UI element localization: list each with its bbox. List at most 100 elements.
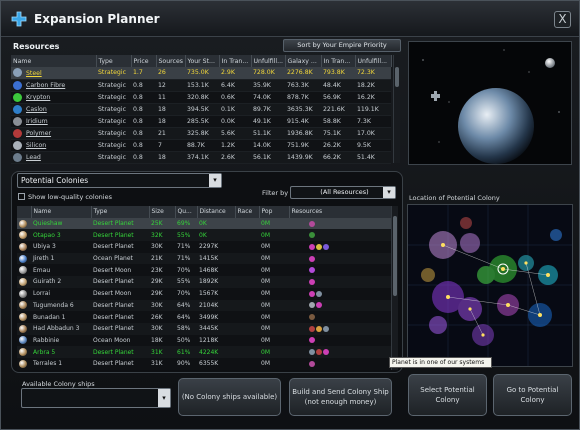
colony-row[interactable]: Terrales 1 Desert Planet 31K 90% 6355K 0M <box>17 357 393 370</box>
colony-planet-cell <box>17 357 31 370</box>
build-send-colony-ship-button[interactable]: Build and Send Colony Ship (not enough m… <box>289 378 392 416</box>
resource-sources-cell: 7 <box>156 139 185 152</box>
resource-name[interactable]: Lead <box>26 154 41 161</box>
select-potential-colony-button[interactable]: Select Potential Colony <box>408 374 487 416</box>
colony-row[interactable]: Quieshaw Desert Planet 25K 69% 0K 0M <box>17 217 393 230</box>
resource-name[interactable]: Iridium <box>26 118 48 125</box>
close-button[interactable]: X <box>554 11 571 28</box>
galaxy-map[interactable] <box>407 204 573 367</box>
colony-row[interactable]: Guirath 2 Desert Planet 29K 55% 1892K 0M <box>17 276 393 288</box>
show-low-quality-checkbox[interactable] <box>18 193 25 200</box>
colony-pop-cell: 0M <box>259 334 289 347</box>
colony-pop-cell: 0M <box>259 229 289 242</box>
resources-column-header[interactable]: Sources <box>156 55 186 67</box>
colonies-column-header[interactable]: Race <box>235 206 260 218</box>
colony-distance-cell: 1415K <box>197 252 235 265</box>
resources-column-header[interactable]: In Tran... <box>321 55 356 67</box>
colony-race-cell <box>235 252 259 265</box>
colony-list-dropdown[interactable]: Potential Colonies ▾ <box>17 173 222 188</box>
colonies-column-header[interactable]: Type <box>91 206 150 218</box>
resources-column-header[interactable]: Type <box>96 55 132 67</box>
colony-ships-dropdown[interactable]: ▾ <box>21 388 171 408</box>
no-colony-ships-button[interactable]: (No Colony ships available) <box>178 378 281 416</box>
colony-pop-cell: 0M <box>259 276 289 288</box>
resource-row[interactable]: Caslon Strategic 0.8 18 394.5K 0.1K 89.7K 3635.… <box>11 103 391 116</box>
resources-column-header[interactable]: Unfulfill... <box>355 55 392 67</box>
resource-in-transit-cell: 0.6K <box>219 91 251 104</box>
resource-row[interactable]: Iridium Strategic 0.8 18 285.5K 0.0K 49.1K 915.… <box>11 115 391 128</box>
colonies-column-header[interactable] <box>17 206 32 218</box>
colony-name-cell: Lorrai <box>31 287 91 300</box>
colony-row[interactable]: Had Abbadun 3 Desert Planet 30K 58% 3445K 0M <box>17 322 393 335</box>
colony-row[interactable]: Lorrai Desert Moon 29K 70% 1567K 0M <box>17 287 393 300</box>
resource-name[interactable]: Silicon <box>26 142 46 149</box>
resource-name[interactable]: Polymer <box>26 130 51 137</box>
colony-row[interactable]: Arbra 5 Desert Planet 31K 61% 4224K 0M <box>17 346 393 358</box>
colony-row[interactable]: Rabbinie Ocean Moon 18K 50% 1218K 0M <box>17 334 393 347</box>
colonies-column-header[interactable]: Resources <box>289 206 394 218</box>
colony-type-cell: Desert Planet <box>91 241 149 253</box>
colony-row[interactable]: Emau Desert Moon 23K 70% 1468K 0M <box>17 264 393 277</box>
colonies-column-header[interactable]: Qu... <box>175 206 198 218</box>
resources-column-header[interactable]: Unfulfill... <box>251 55 286 67</box>
planet-icon <box>19 313 27 322</box>
filter-resources-dropdown[interactable]: (All Resources) ▾ <box>290 186 396 199</box>
resource-icon <box>309 232 315 239</box>
colony-size-cell: 30K <box>149 299 175 312</box>
resource-icon <box>316 290 322 297</box>
resources-column-header[interactable]: Your St... <box>185 55 220 67</box>
chevron-down-icon: ▾ <box>383 187 395 198</box>
window-title: Expansion Planner <box>34 12 160 26</box>
colonies-scroll-thumb[interactable] <box>393 216 397 296</box>
resource-row[interactable]: Krypton Strategic 0.8 11 320.8K 0.6K 74.0K 878.… <box>11 91 391 104</box>
colony-resources-cell <box>289 276 393 288</box>
resources-scroll-thumb[interactable] <box>395 67 399 87</box>
colony-row[interactable]: Ubiya 3 Desert Planet 30K 71% 2297K 0M <box>17 241 393 253</box>
resource-galaxy-transit-cell: 793.8K <box>321 67 355 80</box>
sort-by-priority-button[interactable]: Sort by Your Empire Priority <box>283 39 401 52</box>
resource-galaxy-unfulfilled-cell: 119.1K <box>355 103 391 116</box>
resource-row[interactable]: Polymer Strategic 0.8 21 325.8K 5.6K 51.1K 1936… <box>11 127 391 140</box>
resources-column-header[interactable]: In Tran... <box>219 55 252 67</box>
colony-row[interactable]: Jireth 1 Ocean Planet 21K 71% 1415K 0M <box>17 252 393 265</box>
planet-icon <box>19 359 27 368</box>
colonies-column-header[interactable]: Size <box>149 206 176 218</box>
colony-size-cell: 18K <box>149 334 175 347</box>
colony-planet-cell <box>17 229 31 242</box>
no-colony-ships-label: (No Colony ships available) <box>181 393 278 401</box>
colony-planet-cell <box>17 346 31 358</box>
resource-row[interactable]: Steel Strategic 1.7 26 735.0K 2.9K 728.0K 2276.… <box>11 67 391 80</box>
resource-name[interactable]: Caslon <box>26 106 47 113</box>
colony-row[interactable]: Tugumenda 6 Desert Planet 30K 64% 2104K 0M <box>17 299 393 312</box>
resource-name[interactable]: Steel <box>26 70 42 77</box>
resources-column-header[interactable]: Price <box>131 55 157 67</box>
resource-row[interactable]: Lead Strategic 0.8 18 374.1K 2.6K 56.1K 1439.9K… <box>11 151 391 164</box>
colonies-column-header[interactable]: Distance <box>197 206 236 218</box>
colony-size-cell: 29K <box>149 287 175 300</box>
resources-scrollbar[interactable] <box>393 55 400 163</box>
colony-row[interactable]: Otapao 3 Desert Planet 32K 55% 0K 0M <box>17 229 393 242</box>
colony-row[interactable]: Bunadan 1 Desert Planet 26K 64% 3499K 0M <box>17 311 393 323</box>
resource-name[interactable]: Krypton <box>26 94 50 101</box>
select-potential-colony-label: Select Potential Colony <box>420 386 475 404</box>
resources-column-header[interactable]: Galaxy ... <box>285 55 322 67</box>
colony-resources-cell <box>289 346 393 358</box>
resource-name[interactable]: Carbon Fibre <box>26 82 65 89</box>
resources-column-header[interactable]: Name <box>11 55 97 67</box>
resource-price-cell: 0.8 <box>131 91 156 104</box>
colony-planet-cell <box>17 252 31 265</box>
resource-galaxy-cell: 763.3K <box>285 79 321 92</box>
resource-icon <box>309 220 315 227</box>
planet-icon <box>19 289 27 298</box>
resource-name-cell: Krypton <box>11 91 96 104</box>
colonies-column-header[interactable]: Name <box>31 206 92 218</box>
colony-quality-cell: 58% <box>175 322 197 335</box>
resource-row[interactable]: Silicon Strategic 0.8 7 88.7K 1.2K 14.0K 751.9K… <box>11 139 391 152</box>
colonies-column-header[interactable]: Pop <box>259 206 290 218</box>
resource-row[interactable]: Carbon Fibre Strategic 0.8 12 153.1K 6.4K 35.9… <box>11 79 391 92</box>
colony-race-cell <box>235 346 259 358</box>
colonies-scrollbar[interactable] <box>391 206 398 370</box>
resource-price-cell: 1.7 <box>131 67 156 80</box>
go-to-potential-colony-button[interactable]: Go to Potential Colony <box>493 374 572 416</box>
colony-quality-cell: 90% <box>175 357 197 370</box>
